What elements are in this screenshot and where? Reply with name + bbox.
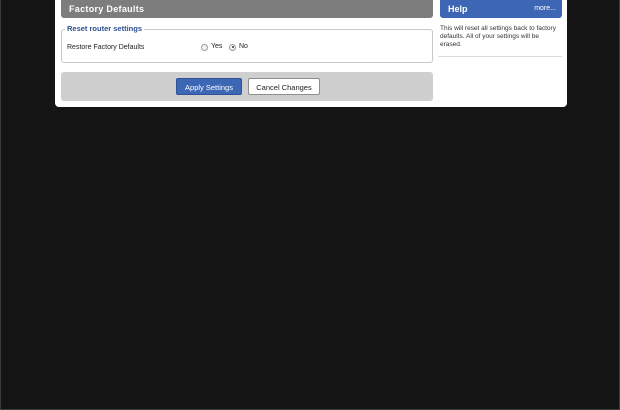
help-title: Help bbox=[448, 4, 468, 14]
apply-settings-button[interactable]: Apply Settings bbox=[176, 78, 242, 95]
page-background: Factory Defaults Reset router settings R… bbox=[0, 0, 620, 410]
radio-no[interactable] bbox=[229, 43, 236, 51]
actions-bar: Apply Settings Cancel Changes bbox=[61, 72, 433, 101]
help-header: Help more... bbox=[440, 0, 562, 18]
radio-option-no[interactable]: No bbox=[229, 42, 248, 52]
fieldset-legend: Reset router settings bbox=[65, 24, 145, 34]
restore-defaults-label: Restore Factory Defaults bbox=[67, 44, 145, 51]
settings-panel: Factory Defaults Reset router settings R… bbox=[55, 0, 567, 107]
help-text: This will reset all settings back to fac… bbox=[440, 25, 556, 48]
reset-settings-fieldset: Reset router settings Restore Factory De… bbox=[61, 24, 433, 63]
radio-option-yes[interactable]: Yes bbox=[201, 42, 222, 52]
radio-no-label: No bbox=[239, 43, 248, 50]
help-more-link[interactable]: more... bbox=[534, 0, 556, 18]
radio-yes-label: Yes bbox=[211, 43, 223, 50]
help-divider bbox=[438, 56, 562, 57]
radio-yes[interactable] bbox=[201, 43, 208, 51]
section-title: Factory Defaults bbox=[61, 0, 433, 18]
cancel-changes-button[interactable]: Cancel Changes bbox=[248, 78, 320, 95]
